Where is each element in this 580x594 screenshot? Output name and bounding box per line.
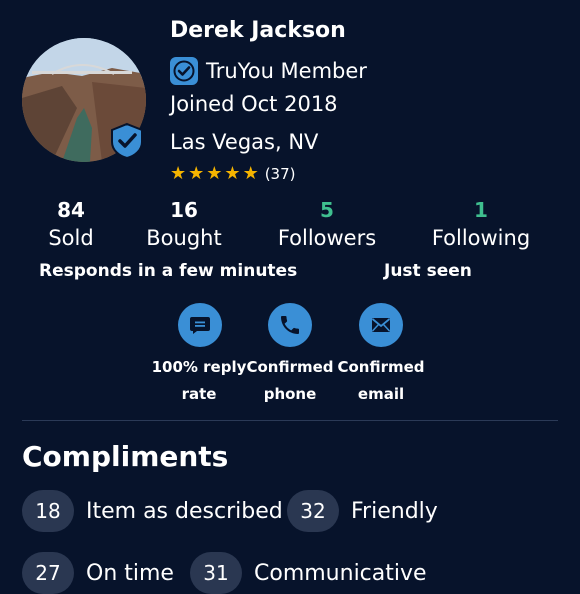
compliment-chip[interactable]: 32 Friendly — [287, 490, 438, 532]
compliment-count: 32 — [287, 490, 339, 532]
verified-icon — [170, 57, 198, 85]
response-time: Responds in a few minutes — [39, 261, 298, 281]
stat-value: 84 — [57, 198, 85, 222]
truyou-member-badge[interactable]: TruYou Member — [170, 56, 367, 86]
star-icon: ★ — [224, 163, 241, 184]
compliment-label: Item as described — [86, 498, 283, 524]
divider — [22, 420, 558, 421]
rating[interactable]: ★ ★ ★ ★ ★ (37) — [170, 164, 296, 184]
compliment-chip[interactable]: 18 Item as described — [22, 490, 283, 532]
stat-bought[interactable]: 16 Bought — [136, 198, 232, 250]
stat-sold[interactable]: 84 Sold — [30, 198, 112, 250]
stat-label: Bought — [146, 226, 222, 250]
stat-label: Following — [431, 226, 531, 250]
stat-label: Sold — [48, 226, 94, 250]
member-label: TruYou Member — [206, 59, 367, 83]
star-icon: ★ — [170, 163, 187, 184]
phone-icon — [268, 303, 312, 347]
profile-name: Derek Jackson — [170, 18, 346, 43]
compliment-label: Friendly — [351, 498, 438, 524]
stat-following[interactable]: 1 Following — [422, 198, 540, 250]
star-icon: ★ — [242, 163, 259, 184]
verified-badge-icon — [111, 122, 143, 160]
compliments-title: Compliments — [22, 440, 229, 473]
compliment-count: 31 — [190, 552, 242, 594]
compliment-count: 27 — [22, 552, 74, 594]
rating-count: (37) — [264, 165, 296, 183]
stat-value: 1 — [474, 198, 488, 222]
compliment-label: On time — [86, 560, 174, 586]
email-icon — [359, 303, 403, 347]
last-seen: Just seen — [384, 261, 472, 281]
compliment-chip[interactable]: 27 On time — [22, 552, 174, 594]
stat-followers[interactable]: 5 Followers — [268, 198, 386, 250]
compliment-label: Communicative — [254, 560, 427, 586]
joined-date: Joined Oct 2018 — [170, 92, 338, 116]
stat-value: 16 — [170, 198, 198, 222]
compliment-count: 18 — [22, 490, 74, 532]
star-icon: ★ — [188, 163, 205, 184]
star-icon: ★ — [206, 163, 223, 184]
compliment-chip[interactable]: 31 Communicative — [190, 552, 427, 594]
stat-label: Followers — [277, 226, 377, 250]
message-icon — [178, 303, 222, 347]
stat-value: 5 — [320, 198, 334, 222]
location: Las Vegas, NV — [170, 130, 319, 154]
confirmation-line: Confirmed — [337, 358, 425, 376]
confirmation-line: email — [357, 385, 405, 403]
confirmation-email: Confirmed email — [326, 354, 436, 408]
